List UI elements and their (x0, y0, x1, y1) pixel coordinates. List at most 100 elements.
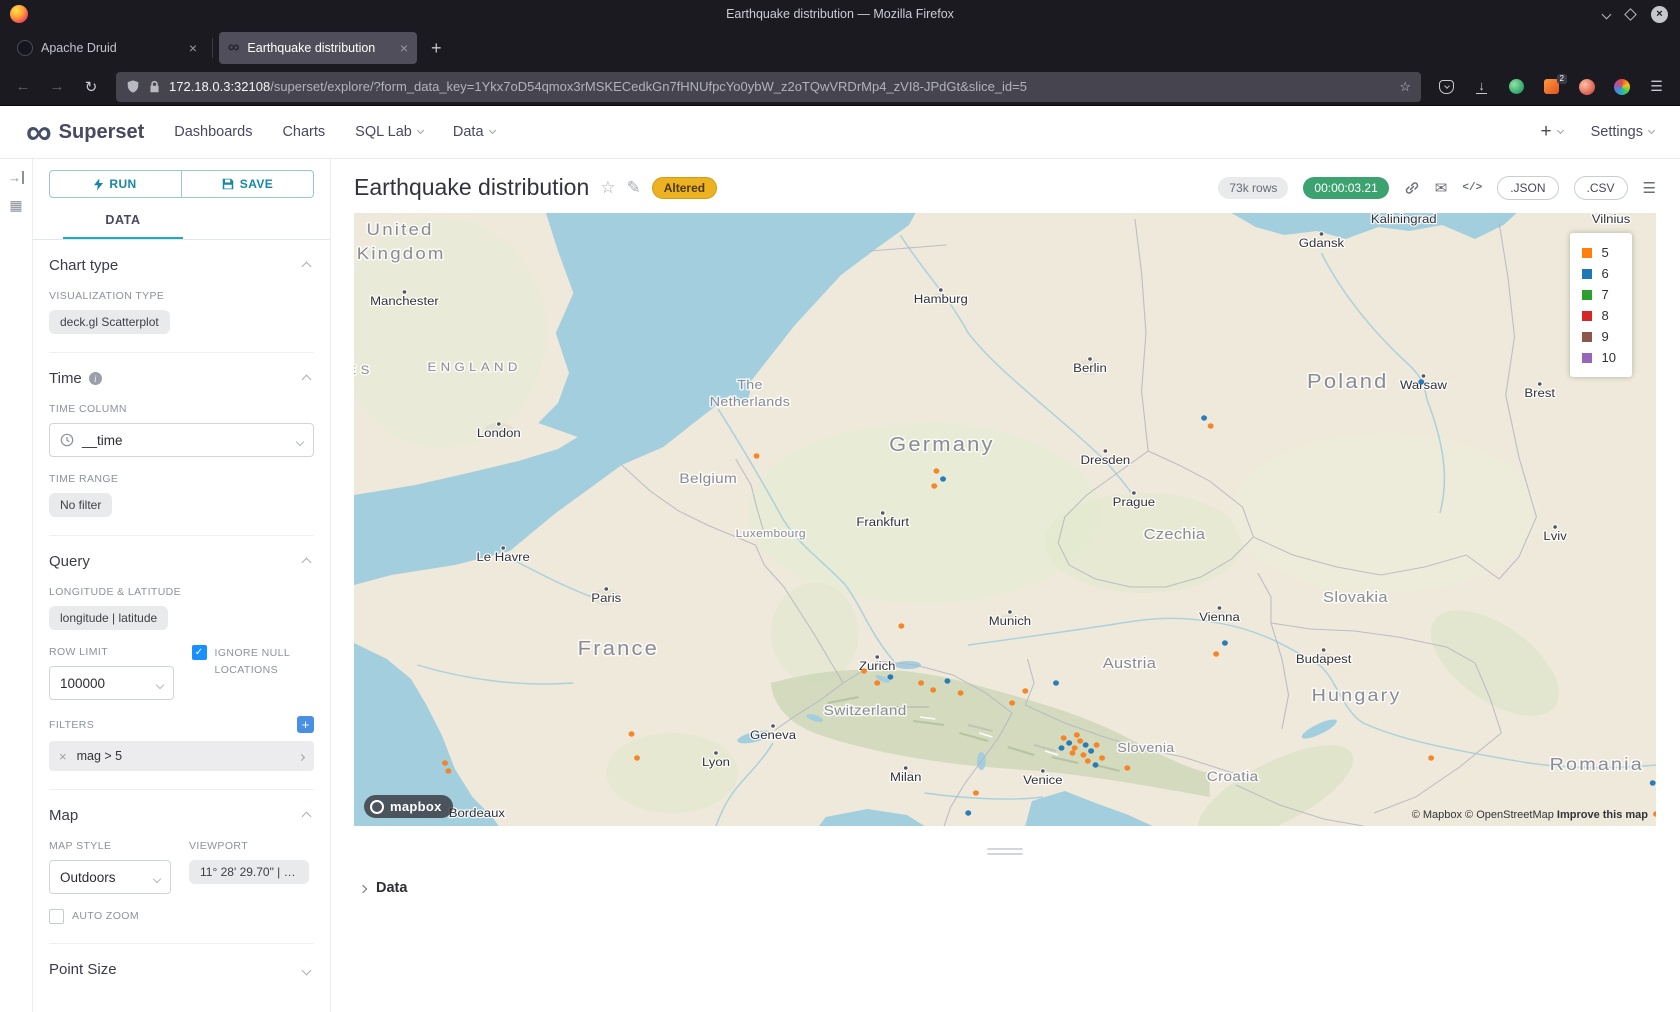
lonlat-value[interactable]: longitude | latitude (49, 606, 168, 630)
lock-icon[interactable] (148, 80, 161, 93)
tab-data[interactable]: DATA (63, 202, 183, 239)
tab-earthquake-distribution[interactable]: ∞ Earthquake distribution × (219, 32, 417, 64)
legend-item[interactable]: 10 (1582, 347, 1616, 368)
section-header-query[interactable]: Query (49, 536, 314, 570)
map-style-label: MAP STYLE (49, 840, 171, 852)
save-button[interactable]: SAVE (182, 170, 314, 198)
section-header-chart-type[interactable]: Chart type (49, 240, 314, 274)
legend-label: 8 (1602, 308, 1609, 323)
legend-swatch (1582, 248, 1592, 258)
section-chart-type: Chart type VISUALIZATION TYPE deck.gl Sc… (49, 240, 314, 353)
window-minimize-icon[interactable] (1602, 9, 1612, 19)
section-header-map[interactable]: Map (49, 790, 314, 824)
clock-icon (60, 433, 74, 447)
settings-menu[interactable]: Settings (1591, 124, 1654, 140)
add-filter-button[interactable]: + (297, 716, 314, 733)
tab-close-icon[interactable]: × (400, 40, 408, 56)
nav-data[interactable]: Data (453, 124, 495, 140)
svg-text:United: United (367, 220, 434, 239)
svg-text:Warsaw: Warsaw (1400, 379, 1448, 392)
expand-datasource-icon[interactable]: → (8, 171, 24, 184)
superset-logo[interactable]: ∞ Superset (26, 121, 144, 144)
legend-item[interactable]: 9 (1582, 326, 1616, 347)
section-query: Query LONGITUDE & LATITUDE longitude | l… (49, 536, 314, 790)
extension-green-icon[interactable] (1503, 73, 1530, 101)
window-maximize-icon[interactable] (1624, 8, 1637, 21)
svg-text:ES: ES (354, 364, 374, 377)
section-header-point-size[interactable]: Point Size (49, 944, 314, 978)
caret-down-icon (1648, 127, 1655, 134)
viewport-value[interactable]: 11° 28' 29.70" | 50... (189, 860, 309, 884)
section-map: Map MAP STYLE Outdoors VIEWPORT 11° 28' … (49, 790, 314, 944)
map-attribution[interactable]: © Mapbox © OpenStreetMap Improve this ma… (1412, 809, 1648, 821)
nav-sql-lab[interactable]: SQL Lab (355, 124, 423, 140)
svg-text:Poland: Poland (1307, 371, 1388, 393)
new-item-button[interactable]: + (1540, 121, 1562, 143)
export-csv-button[interactable]: .CSV (1574, 176, 1628, 200)
legend-item[interactable]: 5 (1582, 242, 1616, 263)
view-query-icon[interactable]: </> (1462, 182, 1482, 194)
tab-close-icon[interactable]: × (189, 40, 197, 56)
filter-expand-icon[interactable] (299, 749, 304, 763)
svg-text:Gdansk: Gdansk (1299, 237, 1345, 250)
extension-blocker-icon[interactable]: 2 (1538, 73, 1565, 101)
section-header-time[interactable]: Time i (49, 353, 314, 387)
svg-text:Brest: Brest (1524, 387, 1555, 400)
map-canvas[interactable]: UnitedKingdomENGLANDESTheNetherlandsBelg… (354, 213, 1656, 826)
remove-filter-icon[interactable]: × (59, 749, 67, 764)
improve-map-link[interactable]: Improve this map (1557, 809, 1648, 821)
superset-favicon: ∞ (228, 40, 239, 56)
legend-item[interactable]: 6 (1582, 263, 1616, 284)
reload-icon[interactable]: ↻ (78, 78, 104, 96)
mapbox-logo[interactable]: mapbox (364, 795, 453, 818)
forward-icon[interactable]: → (44, 78, 70, 95)
legend-label: 6 (1602, 266, 1609, 281)
ignore-null-checkbox[interactable]: ✓ (192, 645, 207, 660)
time-column-select[interactable]: __time (49, 423, 314, 457)
altered-badge: Altered (652, 177, 717, 199)
new-tab-button[interactable]: + (423, 38, 450, 59)
window-close-icon[interactable]: × (1651, 6, 1668, 23)
row-limit-select[interactable]: 100000 (49, 666, 174, 700)
favorite-star-icon[interactable]: ☆ (600, 178, 615, 198)
svg-text:Lyon: Lyon (702, 756, 730, 769)
browser-menu-icon[interactable]: ☰ (1643, 73, 1670, 101)
chart-menu-icon[interactable]: ☰ (1643, 179, 1656, 197)
time-range-value[interactable]: No filter (49, 493, 112, 517)
nav-charts[interactable]: Charts (282, 124, 325, 140)
legend-item[interactable]: 7 (1582, 284, 1616, 305)
auto-zoom-checkbox[interactable] (49, 909, 64, 924)
back-icon[interactable]: ← (10, 78, 36, 95)
chevron-down-icon (155, 680, 163, 688)
viz-type-value[interactable]: deck.gl Scatterplot (49, 310, 170, 334)
run-button[interactable]: RUN (49, 170, 182, 198)
data-panel-label: Data (376, 880, 407, 896)
bookmark-star-icon[interactable]: ☆ (1399, 79, 1411, 95)
chevron-down-icon (153, 874, 161, 882)
share-link-icon[interactable] (1404, 180, 1420, 196)
export-json-button[interactable]: .JSON (1497, 176, 1558, 200)
panel-resize-handle[interactable] (987, 848, 1023, 855)
data-panel-toggle[interactable]: Data (354, 879, 1656, 897)
edit-properties-icon[interactable]: ✎ (627, 178, 641, 198)
email-icon[interactable]: ✉ (1435, 179, 1448, 197)
map-style-select[interactable]: Outdoors (49, 860, 171, 894)
lonlat-label: LONGITUDE & LATITUDE (49, 586, 314, 598)
downloads-icon[interactable]: ↓ (1468, 73, 1495, 101)
profile-avatar-icon[interactable] (1573, 73, 1600, 101)
filter-item[interactable]: × mag > 5 (49, 741, 314, 771)
legend-swatch (1582, 353, 1592, 363)
pocket-icon[interactable] (1433, 73, 1460, 101)
chart-title: Earthquake distribution (354, 174, 589, 201)
svg-text:The: The (737, 378, 763, 392)
shield-icon[interactable] (126, 79, 140, 94)
svg-text:Slovenia: Slovenia (1117, 741, 1174, 755)
url-bar[interactable]: 172.18.0.3:32108/superset/explore/?form_… (116, 72, 1421, 102)
extension-pinwheel-icon[interactable] (1608, 73, 1635, 101)
legend-item[interactable]: 8 (1582, 305, 1616, 326)
controls-scroll[interactable]: Chart type VISUALIZATION TYPE deck.gl Sc… (33, 240, 330, 1012)
panel-tabs: DATA (33, 202, 330, 240)
nav-dashboards[interactable]: Dashboards (174, 124, 252, 140)
datasource-grid-icon[interactable]: ▦ (9, 198, 22, 212)
tab-apache-druid[interactable]: Apache Druid × (8, 32, 206, 64)
